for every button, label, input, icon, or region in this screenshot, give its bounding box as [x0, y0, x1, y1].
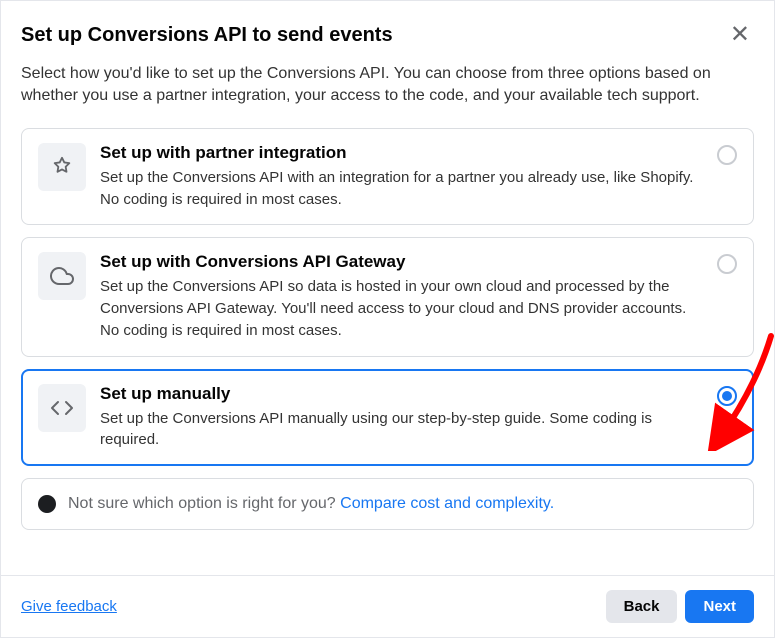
option-content: Set up with partner integration Set up t… [100, 143, 703, 211]
compare-link[interactable]: Compare cost and complexity. [340, 495, 554, 512]
back-button[interactable]: Back [606, 590, 678, 623]
cloud-icon [38, 252, 86, 300]
option-partner-integration[interactable]: Set up with partner integration Set up t… [21, 128, 754, 226]
option-api-gateway[interactable]: Set up with Conversions API Gateway Set … [21, 237, 754, 356]
option-content: Set up with Conversions API Gateway Set … [100, 252, 703, 341]
dialog-title: Set up Conversions API to send events [21, 24, 393, 47]
info-text-wrap: Not sure which option is right for you? … [68, 495, 554, 513]
intro-text: Select how you'd like to set up the Conv… [21, 63, 754, 108]
info-icon [38, 495, 56, 513]
dialog-header: Set up Conversions API to send events ✕ [1, 1, 774, 63]
option-title: Set up with partner integration [100, 143, 703, 163]
option-title: Set up with Conversions API Gateway [100, 252, 703, 272]
footer-buttons: Back Next [606, 590, 754, 623]
dialog-footer: Give feedback Back Next [1, 575, 774, 637]
info-text: Not sure which option is right for you? [68, 495, 340, 512]
option-manual[interactable]: Set up manually Set up the Conversions A… [21, 369, 754, 467]
code-icon [38, 384, 86, 432]
give-feedback-link[interactable]: Give feedback [21, 598, 117, 615]
option-title: Set up manually [100, 384, 703, 404]
radio-manual[interactable] [717, 386, 737, 406]
radio-gateway[interactable] [717, 254, 737, 274]
close-button[interactable]: ✕ [726, 19, 754, 51]
option-desc: Set up the Conversions API so data is ho… [100, 276, 703, 341]
dialog-body: Select how you'd like to set up the Conv… [1, 63, 774, 573]
partner-icon [38, 143, 86, 191]
option-content: Set up manually Set up the Conversions A… [100, 384, 703, 452]
info-card: Not sure which option is right for you? … [21, 478, 754, 530]
next-button[interactable]: Next [685, 590, 754, 623]
close-icon: ✕ [730, 21, 750, 48]
option-desc: Set up the Conversions API manually usin… [100, 408, 703, 452]
radio-partner[interactable] [717, 145, 737, 165]
option-desc: Set up the Conversions API with an integ… [100, 167, 703, 211]
